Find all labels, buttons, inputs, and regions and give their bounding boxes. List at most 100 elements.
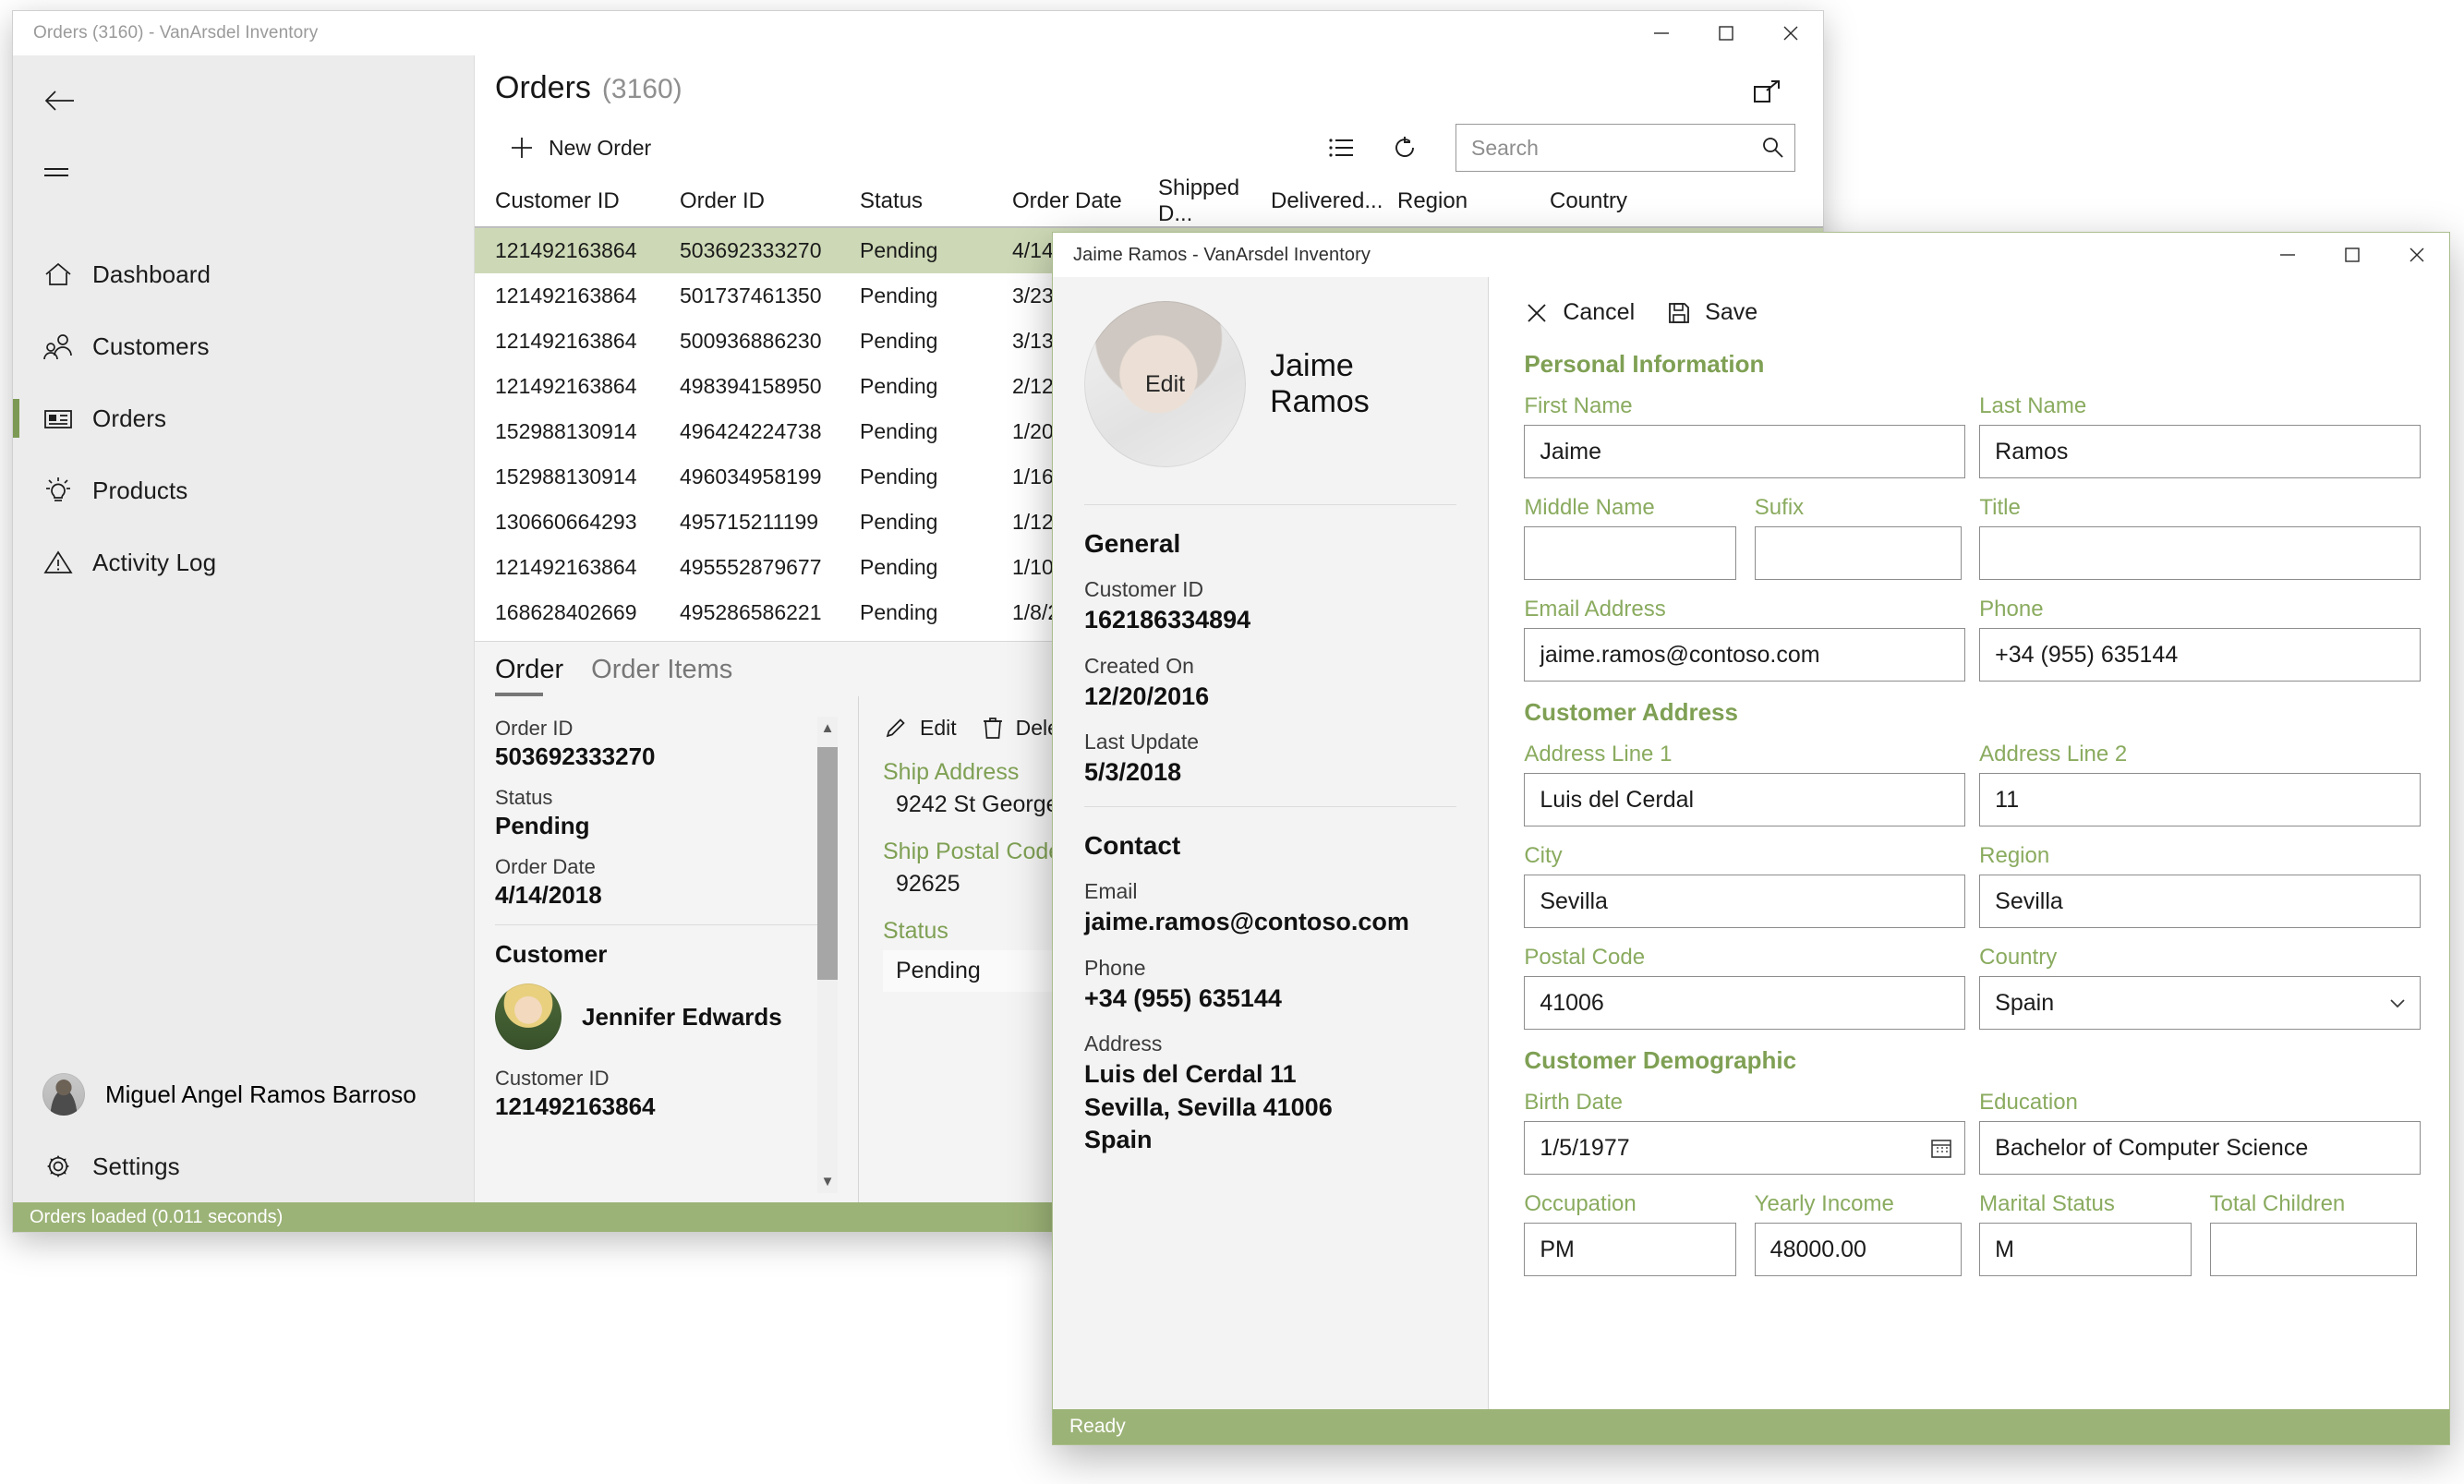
email-field[interactable]: jaime.ramos@contoso.com bbox=[1524, 628, 1965, 682]
phone-group: Phone +34 (955) 635144 bbox=[1979, 597, 2412, 682]
last-name-field[interactable]: Ramos bbox=[1979, 425, 2421, 478]
general-heading: General bbox=[1084, 529, 1456, 559]
row-postal-country: Postal Code 41006 Country Spain bbox=[1524, 945, 2412, 1030]
cell-order-id: 498394158950 bbox=[680, 374, 860, 399]
suffix-field[interactable] bbox=[1755, 526, 1962, 580]
customer-address-heading: Customer Address bbox=[1524, 698, 2412, 727]
column-header-order-date[interactable]: Order Date bbox=[1012, 188, 1158, 214]
sidebar-item-customers[interactable]: Customers bbox=[13, 310, 474, 382]
order-date-field: Order Date 4/14/2018 bbox=[495, 855, 858, 910]
edit-button[interactable]: Edit bbox=[883, 715, 957, 741]
cancel-icon bbox=[1524, 300, 1550, 326]
middle-name-group: Middle Name bbox=[1524, 495, 1732, 580]
order-summary: Order ID 503692333270 Status Pending Ord… bbox=[475, 696, 858, 1202]
customer-status-bar: Ready bbox=[1053, 1409, 2449, 1444]
new-order-button[interactable]: New Order bbox=[495, 124, 664, 172]
save-button[interactable]: Save bbox=[1666, 299, 1757, 326]
close-button[interactable] bbox=[2385, 233, 2449, 277]
title-field[interactable] bbox=[1979, 526, 2421, 580]
middle-name-field[interactable] bbox=[1524, 526, 1736, 580]
sidebar-item-orders[interactable]: Orders bbox=[13, 382, 474, 454]
address1-field[interactable]: Luis del Cerdal bbox=[1524, 773, 1965, 826]
profile-customer-id-value: 162186334894 bbox=[1084, 604, 1456, 637]
sidebar-item-settings[interactable]: Settings bbox=[13, 1130, 474, 1202]
back-button[interactable] bbox=[13, 65, 474, 137]
chevron-up-icon[interactable]: ▲ bbox=[821, 717, 835, 740]
sidebar-user-name: Miguel Angel Ramos Barroso bbox=[105, 1080, 417, 1109]
tab-order-items[interactable]: Order Items bbox=[591, 655, 732, 696]
income-field[interactable]: 48000.00 bbox=[1755, 1223, 1962, 1276]
country-select[interactable]: Spain bbox=[1979, 976, 2421, 1030]
scrollbar-thumb[interactable] bbox=[817, 747, 838, 980]
minimize-button[interactable] bbox=[1629, 11, 1694, 55]
edit-label: Edit bbox=[920, 716, 957, 741]
view-list-button[interactable] bbox=[1315, 123, 1369, 173]
row-names: First Name Jaime Last Name Ramos bbox=[1524, 393, 2412, 478]
address2-field[interactable]: 11 bbox=[1979, 773, 2421, 826]
sidebar-item-activity-log[interactable]: Activity Log bbox=[13, 526, 474, 598]
column-header-status[interactable]: Status bbox=[860, 188, 1012, 214]
popout-button[interactable] bbox=[1745, 72, 1788, 115]
marital-field[interactable]: M bbox=[1979, 1223, 2192, 1276]
cell-status: Pending bbox=[860, 510, 1012, 535]
trash-icon bbox=[981, 715, 1005, 741]
phone-field[interactable]: +34 (955) 635144 bbox=[1979, 628, 2421, 682]
suffix-group: Sufix bbox=[1755, 495, 1958, 580]
minimize-icon bbox=[2277, 245, 2298, 265]
email-value: jaime.ramos@contoso.com bbox=[1540, 642, 1953, 669]
menu-toggle-button[interactable] bbox=[13, 137, 474, 211]
education-field[interactable]: Bachelor of Computer Science bbox=[1979, 1121, 2421, 1175]
country-value: Spain bbox=[1995, 990, 2377, 1017]
profile-address-line1: Luis del Cerdal 11 bbox=[1084, 1058, 1456, 1092]
people-icon bbox=[42, 332, 92, 361]
sidebar-item-products[interactable]: Products bbox=[13, 454, 474, 526]
customer-titlebar: Jaime Ramos - VanArsdel Inventory bbox=[1053, 233, 2449, 277]
cell-status: Pending bbox=[860, 465, 1012, 489]
column-header-delivered-date[interactable]: Delivered... bbox=[1271, 188, 1397, 214]
region-field[interactable]: Sevilla bbox=[1979, 875, 2421, 928]
occupation-field[interactable]: PM bbox=[1524, 1223, 1736, 1276]
status-text: Orders loaded (0.011 seconds) bbox=[30, 1207, 283, 1228]
postal-field[interactable]: 41006 bbox=[1524, 976, 1965, 1030]
sidebar-user-account[interactable]: Miguel Angel Ramos Barroso bbox=[13, 1058, 474, 1130]
profile-photo[interactable]: Edit bbox=[1084, 301, 1246, 467]
close-button[interactable] bbox=[1758, 11, 1823, 55]
chevron-down-icon[interactable] bbox=[2386, 992, 2409, 1014]
customer-profile-panel: Edit Jaime Ramos General Customer ID 162… bbox=[1053, 277, 1489, 1409]
first-name-field[interactable]: Jaime bbox=[1524, 425, 1965, 478]
column-header-region[interactable]: Region bbox=[1397, 188, 1550, 214]
row-birth-education: Birth Date 1/5/1977 bbox=[1524, 1090, 2412, 1175]
detail-scrollbar[interactable]: ▲ ▼ bbox=[817, 717, 838, 1193]
column-header-order-id[interactable]: Order ID bbox=[680, 188, 860, 214]
minimize-button[interactable] bbox=[2255, 233, 2320, 277]
new-order-label: New Order bbox=[549, 136, 651, 161]
delete-button[interactable]: Dele bbox=[981, 715, 1059, 741]
photo-edit-label[interactable]: Edit bbox=[1145, 371, 1185, 398]
calendar-icon[interactable] bbox=[1929, 1136, 1953, 1160]
page-title: Orders (3160) bbox=[495, 70, 1823, 106]
profile-address-label: Address bbox=[1084, 1032, 1456, 1056]
avatar bbox=[495, 983, 562, 1050]
maximize-button[interactable] bbox=[1694, 11, 1758, 55]
column-header-country[interactable]: Country bbox=[1550, 188, 1716, 214]
customer-row[interactable]: Jennifer Edwards bbox=[495, 983, 858, 1050]
sidebar-item-dashboard[interactable]: Dashboard bbox=[13, 238, 474, 310]
children-field[interactable] bbox=[2210, 1223, 2417, 1276]
maximize-button[interactable] bbox=[2320, 233, 2385, 277]
column-header-shipped-date[interactable]: Shipped D... bbox=[1158, 175, 1271, 227]
sidebar-item-label: Orders bbox=[92, 404, 166, 433]
chevron-down-icon[interactable]: ▼ bbox=[821, 1170, 835, 1193]
close-icon bbox=[2407, 245, 2427, 265]
birth-date-field[interactable]: 1/5/1977 bbox=[1524, 1121, 1965, 1175]
column-header-customer-id[interactable]: Customer ID bbox=[495, 188, 680, 214]
scrollbar-track[interactable] bbox=[817, 740, 838, 1170]
tab-order[interactable]: Order bbox=[495, 655, 563, 696]
cancel-button[interactable]: Cancel bbox=[1524, 299, 1635, 326]
city-field[interactable]: Sevilla bbox=[1524, 875, 1965, 928]
refresh-button[interactable] bbox=[1378, 123, 1431, 173]
cell-customer-id: 121492163864 bbox=[495, 284, 680, 308]
cell-customer-id: 130660664293 bbox=[495, 510, 680, 535]
search-input[interactable]: Search bbox=[1455, 124, 1795, 172]
customer-caption-buttons bbox=[2255, 233, 2449, 277]
profile-address: Address Luis del Cerdal 11 Sevilla, Sevi… bbox=[1084, 1032, 1456, 1157]
